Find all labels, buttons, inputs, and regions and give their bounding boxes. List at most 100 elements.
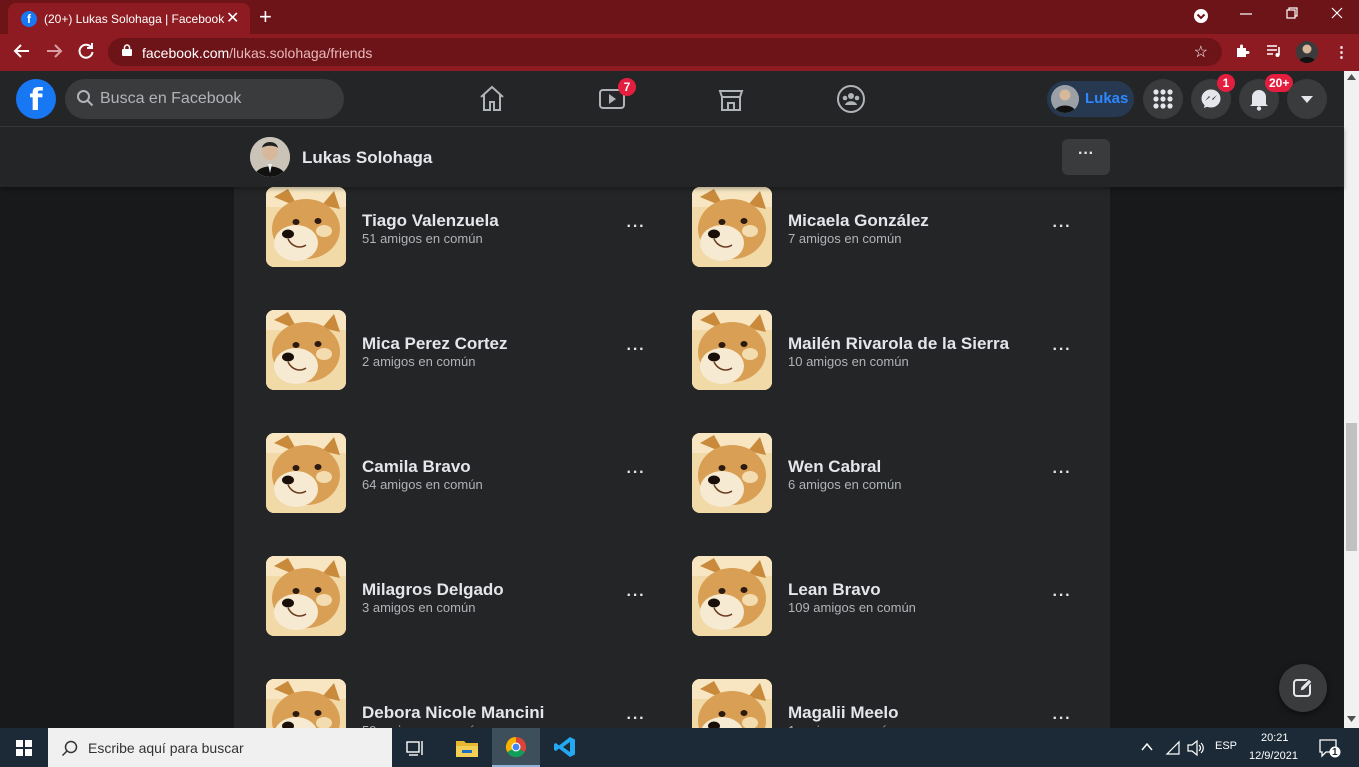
bookmark-star-icon[interactable]: ☆ (1194, 42, 1208, 62)
media-control-icon[interactable] (1266, 43, 1282, 63)
task-view-icon[interactable] (406, 739, 426, 762)
vscode-icon[interactable] (554, 736, 576, 763)
show-hidden-icons-icon[interactable] (1140, 740, 1154, 757)
friend-card: Debora Nicole Mancini59 amigos en común·… (266, 679, 666, 728)
friend-photo[interactable] (266, 433, 346, 513)
language-indicator[interactable]: ESP (1215, 740, 1237, 752)
search-icon (77, 90, 94, 107)
friend-card: Camila Bravo 64 amigos en común ··· (266, 433, 666, 513)
scroll-up-icon[interactable] (1347, 74, 1356, 80)
friend-photo[interactable] (692, 433, 772, 513)
friend-name[interactable]: Milagros Delgado (362, 580, 504, 600)
friend-photo[interactable] (266, 187, 346, 267)
address-bar[interactable]: facebook.com/lukas.solohaga/friends ☆ (108, 38, 1222, 66)
friend-photo[interactable] (692, 679, 772, 728)
mutual-friends-count[interactable]: 109 amigos en común (788, 600, 916, 615)
mutual-friends-count[interactable]: 7 amigos en común (788, 231, 901, 246)
menu-grid-button[interactable] (1143, 79, 1183, 119)
minimize-icon[interactable] (1239, 6, 1253, 24)
friend-name[interactable]: Micaela González (788, 211, 929, 231)
taskbar-search-input[interactable]: Escribe aquí para buscar (48, 728, 392, 767)
reload-icon[interactable] (77, 42, 95, 65)
facebook-search-input[interactable]: Busca en Facebook (65, 79, 344, 119)
home-icon[interactable] (476, 83, 508, 115)
browser-tab[interactable]: f (20+) Lukas Solohaga | Facebook ✕ (8, 3, 250, 34)
file-explorer-icon[interactable] (456, 738, 478, 762)
friend-options-button[interactable]: ··· (621, 213, 651, 243)
profile-shortcut[interactable]: Lukas (1047, 81, 1134, 117)
friend-name[interactable]: Debora Nicole Mancini (362, 703, 544, 723)
back-icon[interactable] (13, 42, 31, 65)
search-placeholder: Busca en Facebook (100, 90, 242, 107)
page-scrollbar[interactable] (1344, 71, 1359, 728)
friend-name[interactable]: Camila Bravo (362, 457, 471, 477)
mutual-friends-count[interactable]: 10 amigos en común (788, 354, 909, 369)
browser-profile-avatar[interactable] (1296, 41, 1318, 63)
friend-options-button[interactable]: ··· (621, 336, 651, 366)
tab-search-icon[interactable] (1193, 8, 1209, 28)
friend-options-button[interactable]: ··· (1047, 336, 1077, 366)
friend-options-button[interactable]: ··· (621, 705, 651, 728)
lock-icon (122, 44, 132, 56)
tab-title: (20+) Lukas Solohaga | Facebook (44, 12, 225, 26)
friend-name[interactable]: Lean Bravo (788, 580, 881, 600)
friend-name[interactable]: Tiago Valenzuela (362, 211, 499, 231)
mutual-friends-count[interactable]: 51 amigos en común (362, 231, 483, 246)
friend-photo[interactable] (266, 310, 346, 390)
windows-taskbar: Escribe aquí para buscar ESP 20:21 12/9/… (0, 728, 1359, 767)
friend-name[interactable]: Wen Cabral (788, 457, 881, 477)
friend-photo[interactable] (692, 556, 772, 636)
friend-name[interactable]: Magalii Meelo (788, 703, 899, 723)
close-tab-icon[interactable]: ✕ (226, 8, 239, 28)
friend-card: Mailén Rivarola de la Sierra 10 amigos en… (692, 310, 1092, 390)
messenger-badge: 1 (1217, 74, 1235, 92)
friend-options-button[interactable]: ··· (1047, 213, 1077, 243)
facebook-favicon-icon: f (21, 11, 37, 27)
friend-card: Micaela González 7 amigos en común ··· (692, 187, 1092, 267)
volume-icon[interactable] (1187, 739, 1205, 759)
browser-menu-icon[interactable]: ⋮ (1334, 43, 1349, 61)
forward-icon[interactable] (45, 42, 63, 65)
restore-icon[interactable] (1285, 6, 1299, 24)
extensions-icon[interactable] (1234, 43, 1250, 63)
friend-options-button[interactable]: ··· (621, 459, 651, 489)
browser-tab-bar: f (20+) Lukas Solohaga | Facebook ✕ + (0, 0, 1359, 34)
scrollbar-thumb[interactable] (1346, 423, 1357, 551)
friend-name[interactable]: Mailén Rivarola de la Sierra (788, 334, 1009, 354)
friend-photo[interactable] (692, 187, 772, 267)
friend-options-button[interactable]: ··· (1047, 705, 1077, 728)
friend-options-button[interactable]: ··· (1047, 582, 1077, 612)
mutual-friends-count[interactable]: 2 amigos en común (362, 354, 475, 369)
friend-options-button[interactable]: ··· (621, 582, 651, 612)
network-icon[interactable] (1165, 740, 1181, 759)
facebook-logo[interactable]: f (16, 79, 56, 119)
action-center-count: 1 (1332, 747, 1338, 758)
clock-time[interactable]: 20:21 (1261, 732, 1289, 744)
mutual-friends-count[interactable]: 6 amigos en común (788, 477, 901, 492)
account-menu-button[interactable] (1287, 79, 1327, 119)
search-icon (61, 740, 78, 757)
new-tab-button[interactable]: + (259, 4, 272, 30)
caret-down-icon (1301, 96, 1313, 103)
mutual-friends-count[interactable]: 64 amigos en común (362, 477, 483, 492)
friend-options-button[interactable]: ··· (1047, 459, 1077, 489)
profile-avatar[interactable] (250, 137, 290, 177)
chrome-taskbar-button[interactable] (492, 728, 540, 767)
friends-list: Tiago Valenzuela 51 amigos en común ··· Mic… (234, 187, 1110, 728)
mutual-friends-count[interactable]: 3 amigos en común (362, 600, 475, 615)
new-message-button[interactable] (1279, 664, 1327, 712)
close-window-icon[interactable] (1330, 6, 1344, 24)
marketplace-icon[interactable] (715, 83, 747, 115)
groups-icon[interactable] (835, 83, 867, 115)
friend-name[interactable]: Mica Perez Cortez (362, 334, 508, 354)
profile-more-button[interactable]: ··· (1062, 139, 1110, 175)
browser-toolbar: facebook.com/lukas.solohaga/friends ☆ ⋮ (0, 34, 1359, 71)
friend-photo[interactable] (266, 556, 346, 636)
clock-date[interactable]: 12/9/2021 (1249, 750, 1298, 762)
chrome-icon (505, 736, 526, 758)
scroll-down-icon[interactable] (1347, 716, 1356, 722)
windows-start-icon[interactable] (16, 740, 32, 761)
profile-name[interactable]: Lukas Solohaga (302, 148, 432, 168)
friend-photo[interactable] (692, 310, 772, 390)
friend-photo[interactable] (266, 679, 346, 728)
